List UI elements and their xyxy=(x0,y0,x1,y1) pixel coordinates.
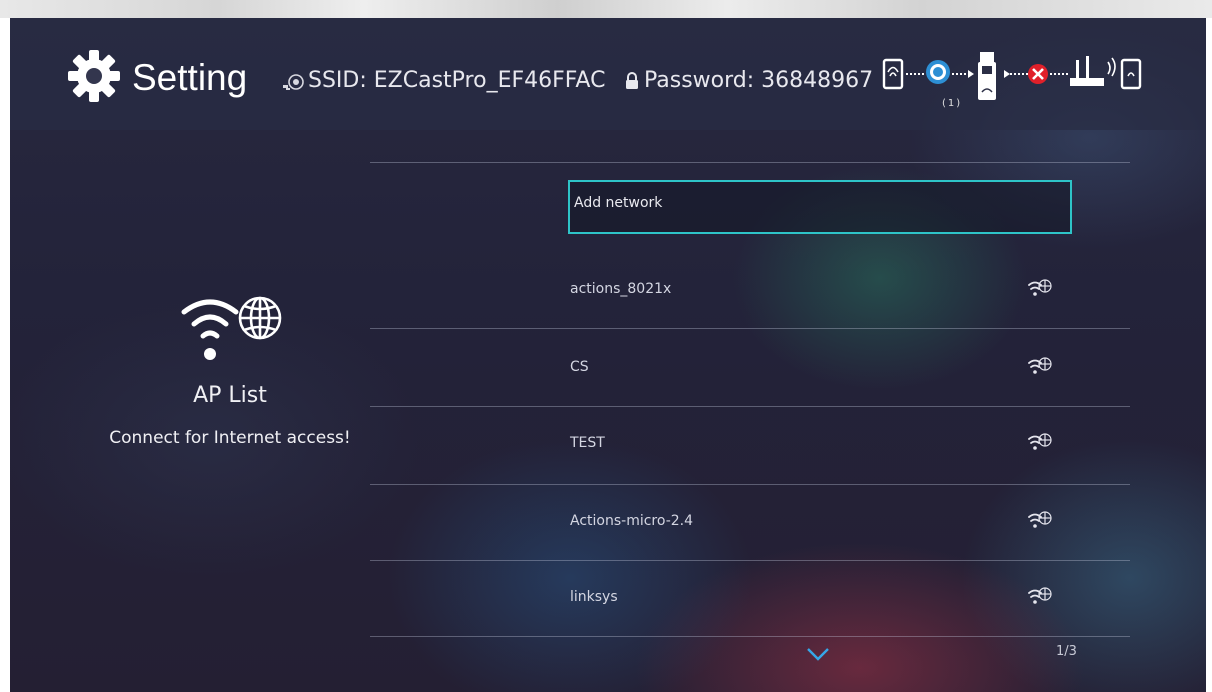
phone-icon xyxy=(1120,58,1142,90)
wifi-globe-icon xyxy=(181,296,282,360)
network-item[interactable]: actions_8021x xyxy=(558,254,1078,324)
connection-count: (1) xyxy=(942,98,963,109)
list-divider xyxy=(370,636,1130,637)
list-divider xyxy=(370,560,1130,561)
page-indicator: 1/3 xyxy=(1056,644,1077,659)
add-network-button[interactable]: Add network xyxy=(568,180,1072,234)
network-item[interactable]: Actions-micro-2.4 xyxy=(558,486,1078,556)
wifi-globe-icon xyxy=(1028,279,1052,296)
header-bar: Setting SSID: EZCastPro_EF46FFAC Passwor… xyxy=(10,18,1206,130)
network-item[interactable]: CS xyxy=(558,332,1078,402)
disconnected-icon xyxy=(1028,64,1048,84)
add-network-label: Add network xyxy=(574,195,663,211)
setting-screen: Setting SSID: EZCastPro_EF46FFAC Passwor… xyxy=(10,18,1206,692)
list-divider xyxy=(370,328,1130,329)
password-label: Password: 36848967 xyxy=(644,68,874,93)
photo-bezel xyxy=(0,0,1212,18)
network-name: actions_8021x xyxy=(570,281,672,297)
chevron-down-icon[interactable] xyxy=(806,646,830,662)
list-divider xyxy=(370,484,1130,485)
connection-status-diagram xyxy=(882,52,1142,100)
wifi-globe-icon xyxy=(1028,357,1052,374)
network-name: Actions-micro-2.4 xyxy=(570,513,694,529)
router-icon xyxy=(1070,56,1116,86)
network-name: TEST xyxy=(570,435,605,451)
ssid-label: SSID: EZCastPro_EF46FFAC xyxy=(308,68,606,93)
wifi-globe-icon xyxy=(1028,433,1052,450)
cast-icon xyxy=(926,60,950,84)
dongle-icon xyxy=(978,52,996,100)
list-divider xyxy=(370,162,1130,163)
page-title: Setting xyxy=(132,57,248,98)
wifi-globe-icon xyxy=(1028,587,1052,604)
ssid-icon xyxy=(283,74,304,90)
gear-icon xyxy=(68,50,120,102)
lock-icon xyxy=(626,72,638,89)
network-name: linksys xyxy=(570,589,618,605)
phone-icon xyxy=(882,58,904,90)
ap-list-subtitle: Connect for Internet access! xyxy=(109,428,351,448)
network-item[interactable]: TEST xyxy=(558,408,1078,478)
list-divider xyxy=(370,406,1130,407)
network-name: CS xyxy=(570,359,589,375)
wifi-globe-icon xyxy=(1028,511,1052,528)
network-item[interactable]: linksys xyxy=(558,562,1078,632)
